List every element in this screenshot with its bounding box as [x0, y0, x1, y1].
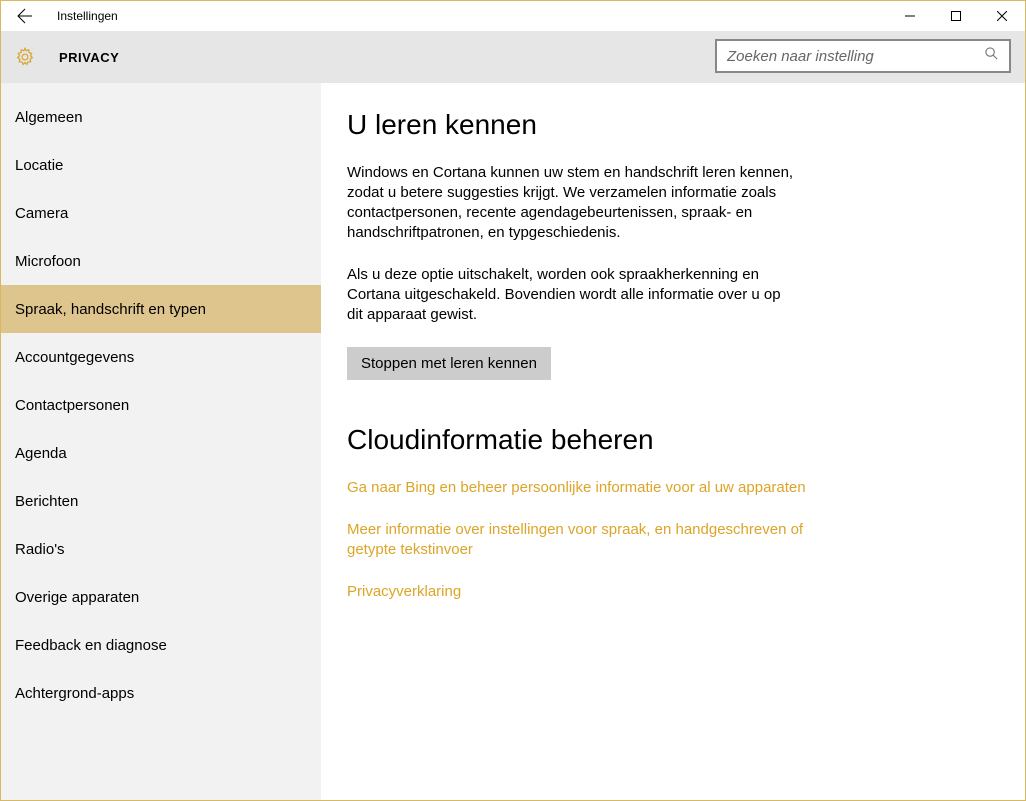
- search-input[interactable]: [727, 48, 984, 65]
- sidebar-item-label: Algemeen: [15, 109, 83, 126]
- link-privacy-statement[interactable]: Privacyverklaring: [347, 582, 807, 602]
- link-bing-manage-personal-info[interactable]: Ga naar Bing en beheer persoonlijke info…: [347, 478, 807, 498]
- sidebar: Algemeen Locatie Camera Microfoon Spraak, ha…: [1, 83, 321, 800]
- settings-gear-icon: [13, 45, 37, 69]
- sidebar-item[interactable]: Achtergrond-apps: [1, 669, 321, 717]
- sidebar-item[interactable]: Camera: [1, 189, 321, 237]
- sidebar-item-label: Berichten: [15, 493, 78, 510]
- back-button[interactable]: [1, 1, 49, 31]
- header-band: PRIVACY: [1, 31, 1025, 83]
- page-category: PRIVACY: [59, 50, 119, 65]
- sidebar-item[interactable]: Feedback en diagnose: [1, 621, 321, 669]
- titlebar: Instellingen: [1, 1, 1025, 31]
- sidebar-item-label: Radio's: [15, 541, 65, 558]
- sidebar-item-label: Spraak, handschrift en typen: [15, 301, 206, 318]
- window-controls: [887, 1, 1025, 31]
- sidebar-item-label: Locatie: [15, 157, 63, 174]
- stop-getting-to-know-me-button[interactable]: Stoppen met leren kennen: [347, 347, 551, 380]
- minimize-icon: [905, 11, 915, 21]
- search-icon: [984, 46, 999, 66]
- sidebar-item-label: Overige apparaten: [15, 589, 139, 606]
- sidebar-item-label: Microfoon: [15, 253, 81, 270]
- sidebar-item-label: Feedback en diagnose: [15, 637, 167, 654]
- close-icon: [997, 11, 1007, 21]
- sidebar-item[interactable]: Overige apparaten: [1, 573, 321, 621]
- minimize-button[interactable]: [887, 1, 933, 31]
- sidebar-item[interactable]: Agenda: [1, 429, 321, 477]
- section-heading-getting-to-know-you: U leren kennen: [347, 109, 989, 141]
- description-paragraph-2: Als u deze optie uitschakelt, worden ook…: [347, 265, 797, 325]
- sidebar-item-label: Camera: [15, 205, 68, 222]
- search-box[interactable]: [715, 39, 1011, 73]
- content: Algemeen Locatie Camera Microfoon Spraak, ha…: [1, 83, 1025, 800]
- maximize-button[interactable]: [933, 1, 979, 31]
- maximize-icon: [951, 11, 961, 21]
- link-more-info-speech-inking-typing[interactable]: Meer informatie over instellingen voor s…: [347, 520, 807, 560]
- sidebar-item[interactable]: Algemeen: [1, 93, 321, 141]
- sidebar-item[interactable]: Locatie: [1, 141, 321, 189]
- sidebar-item[interactable]: Berichten: [1, 477, 321, 525]
- description-paragraph-1: Windows en Cortana kunnen uw stem en han…: [347, 163, 797, 243]
- sidebar-item[interactable]: Contactpersonen: [1, 381, 321, 429]
- sidebar-item-label: Agenda: [15, 445, 67, 462]
- section-heading-manage-cloud-info: Cloudinformatie beheren: [347, 424, 989, 456]
- sidebar-item[interactable]: Accountgegevens: [1, 333, 321, 381]
- sidebar-item-label: Contactpersonen: [15, 397, 129, 414]
- sidebar-item[interactable]: Radio's: [1, 525, 321, 573]
- sidebar-item-label: Achtergrond-apps: [15, 685, 134, 702]
- back-arrow-icon: [17, 8, 33, 24]
- sidebar-item[interactable]: Microfoon: [1, 237, 321, 285]
- sidebar-item-label: Accountgegevens: [15, 349, 134, 366]
- close-button[interactable]: [979, 1, 1025, 31]
- window-title: Instellingen: [49, 9, 118, 23]
- sidebar-item[interactable]: Spraak, handschrift en typen: [1, 285, 321, 333]
- main-panel: U leren kennen Windows en Cortana kunnen…: [321, 83, 1025, 800]
